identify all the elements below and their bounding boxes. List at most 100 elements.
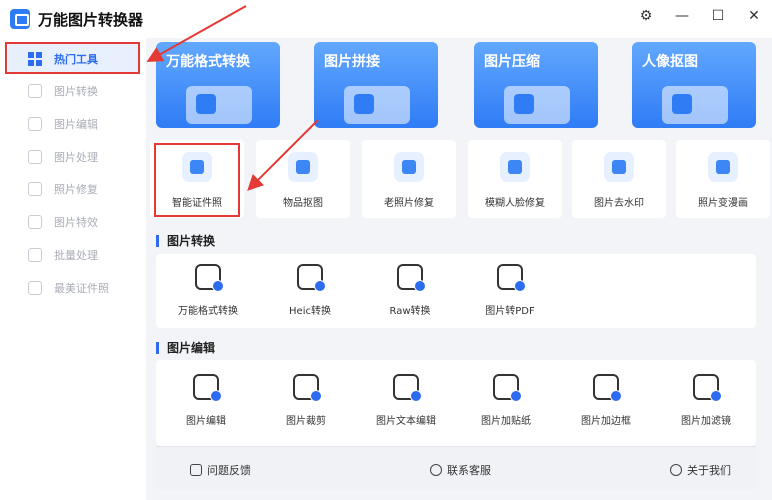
grid-icon: [28, 52, 42, 66]
image-icon: [28, 117, 42, 131]
section-title-convert: 图片转换: [156, 232, 215, 249]
tool-object-cutout[interactable]: 物品抠图: [256, 140, 350, 218]
tool-watermark-remove[interactable]: 图片去水印: [572, 140, 666, 218]
item-label: 图片编辑: [186, 416, 226, 427]
image-edit-icon: [193, 374, 222, 402]
sidebar-item-batch[interactable]: 批量处理: [8, 240, 140, 270]
minimize-icon[interactable]: —: [674, 8, 690, 24]
pdf-file-icon: [497, 264, 526, 292]
tool-label: 物品抠图: [283, 198, 323, 209]
feedback-label: 问题反馈: [207, 464, 251, 477]
window-controls: ⚙ — ☐ ✕: [638, 8, 762, 24]
item-label: Raw转换: [389, 306, 431, 317]
sidebar-item-process[interactable]: 图片处理: [8, 142, 140, 172]
sticker-icon: [493, 374, 522, 402]
sidebar-item-label: 热门工具: [54, 53, 98, 66]
settings-icon[interactable]: ⚙: [638, 8, 654, 24]
about-button[interactable]: 关于我们: [670, 462, 731, 478]
tool-label: 图片去水印: [594, 198, 644, 209]
crop-icon: [293, 374, 322, 402]
tool-id-photo[interactable]: 智能证件照: [150, 140, 244, 218]
convert-panel: 万能格式转换 Heic转换 Raw转换 图片转PDF: [156, 254, 756, 328]
item-label: Heic转换: [289, 306, 331, 317]
item-add-sticker[interactable]: 图片加贴纸: [456, 370, 556, 434]
sidebar-item-label: 最美证件照: [54, 282, 109, 295]
card-image-stitch[interactable]: 图片拼接: [314, 42, 438, 128]
item-raw-convert[interactable]: Raw转换: [360, 260, 460, 324]
tool-label: 老照片修复: [384, 198, 434, 209]
filter-icon: [693, 374, 722, 402]
format-convert-icon: [195, 264, 224, 292]
id-card-icon: [182, 152, 212, 182]
compress-illustration-icon: [504, 86, 570, 124]
feedback-icon: [190, 464, 202, 476]
tool-label: 智能证件照: [172, 198, 222, 209]
item-heic-convert[interactable]: Heic转换: [260, 260, 360, 324]
card-title: 万能格式转换: [166, 54, 250, 70]
image-icon: [28, 182, 42, 196]
item-label: 万能格式转换: [178, 306, 238, 317]
sidebar-item-label: 图片转换: [54, 85, 98, 98]
wrench-icon: [394, 152, 424, 182]
sidebar-item-label: 图片特效: [54, 216, 98, 229]
support-label: 联系客服: [447, 464, 491, 477]
sidebar-item-effects[interactable]: 图片特效: [8, 207, 140, 237]
portrait-illustration-icon: [662, 86, 728, 124]
raw-file-icon: [397, 264, 426, 292]
item-label: 图片转PDF: [485, 306, 535, 317]
card-portrait-cutout[interactable]: 人像抠图: [632, 42, 756, 128]
close-icon[interactable]: ✕: [746, 8, 762, 24]
card-title: 图片压缩: [484, 54, 540, 70]
tool-face-repair[interactable]: 模糊人脸修复: [468, 140, 562, 218]
image-icon: [28, 150, 42, 164]
sidebar-item-repair[interactable]: 照片修复: [8, 174, 140, 204]
image-icon: [28, 248, 42, 262]
feedback-button[interactable]: 问题反馈: [190, 462, 251, 478]
item-label: 图片加边框: [581, 416, 631, 427]
card-format-convert[interactable]: 万能格式转换: [156, 42, 280, 128]
text-edit-icon: [393, 374, 422, 402]
image-icon: [28, 215, 42, 229]
support-button[interactable]: 联系客服: [430, 462, 491, 478]
heic-file-icon: [297, 264, 326, 292]
info-icon: [670, 464, 682, 476]
sidebar-item-label: 照片修复: [54, 183, 98, 196]
item-image-edit[interactable]: 图片编辑: [156, 370, 256, 434]
about-label: 关于我们: [687, 464, 731, 477]
app-title: 万能图片转换器: [38, 10, 144, 29]
border-icon: [593, 374, 622, 402]
item-image-crop[interactable]: 图片裁剪: [256, 370, 356, 434]
maximize-icon[interactable]: ☐: [710, 8, 726, 24]
sidebar-item-edit[interactable]: 图片编辑: [8, 109, 140, 139]
item-label: 图片加滤镜: [681, 416, 731, 427]
convert-illustration-icon: [186, 86, 252, 124]
download-icon: [500, 152, 530, 182]
edit-panel: 图片编辑 图片裁剪 图片文本编辑 图片加贴纸 图片加边框 图片加滤镜: [156, 360, 756, 446]
item-label: 图片文本编辑: [376, 416, 436, 427]
item-label: 图片加贴纸: [481, 416, 531, 427]
card-title: 人像抠图: [642, 54, 698, 70]
image-icon: [28, 281, 42, 295]
tool-label: 照片变漫画: [698, 198, 748, 209]
title-bar: 万能图片转换器 ⚙ — ☐ ✕: [0, 0, 772, 38]
sidebar-item-label: 批量处理: [54, 249, 98, 262]
chat-icon: [430, 464, 442, 476]
tool-photo-to-cartoon[interactable]: 照片变漫画: [676, 140, 770, 218]
sidebar-item-convert[interactable]: 图片转换: [8, 76, 140, 106]
section-title-edit: 图片编辑: [156, 339, 215, 356]
item-label: 图片裁剪: [286, 416, 326, 427]
sidebar-item-hot-tools[interactable]: 热门工具: [8, 44, 140, 74]
card-image-compress[interactable]: 图片压缩: [474, 42, 598, 128]
item-image-to-pdf[interactable]: 图片转PDF: [460, 260, 560, 324]
stitch-illustration-icon: [344, 86, 410, 124]
card-title: 图片拼接: [324, 54, 380, 70]
item-format-convert[interactable]: 万能格式转换: [158, 260, 258, 324]
item-add-filter[interactable]: 图片加滤镜: [656, 370, 756, 434]
item-add-border[interactable]: 图片加边框: [556, 370, 656, 434]
item-image-text-edit[interactable]: 图片文本编辑: [356, 370, 456, 434]
sidebar-item-label: 图片处理: [54, 151, 98, 164]
tool-old-photo-repair[interactable]: 老照片修复: [362, 140, 456, 218]
bear-icon: [708, 152, 738, 182]
sidebar-item-id-photo[interactable]: 最美证件照: [8, 273, 140, 303]
sidebar: 热门工具 图片转换 图片编辑 图片处理 照片修复 图片特效 批量处理 最美证件照: [0, 38, 146, 500]
